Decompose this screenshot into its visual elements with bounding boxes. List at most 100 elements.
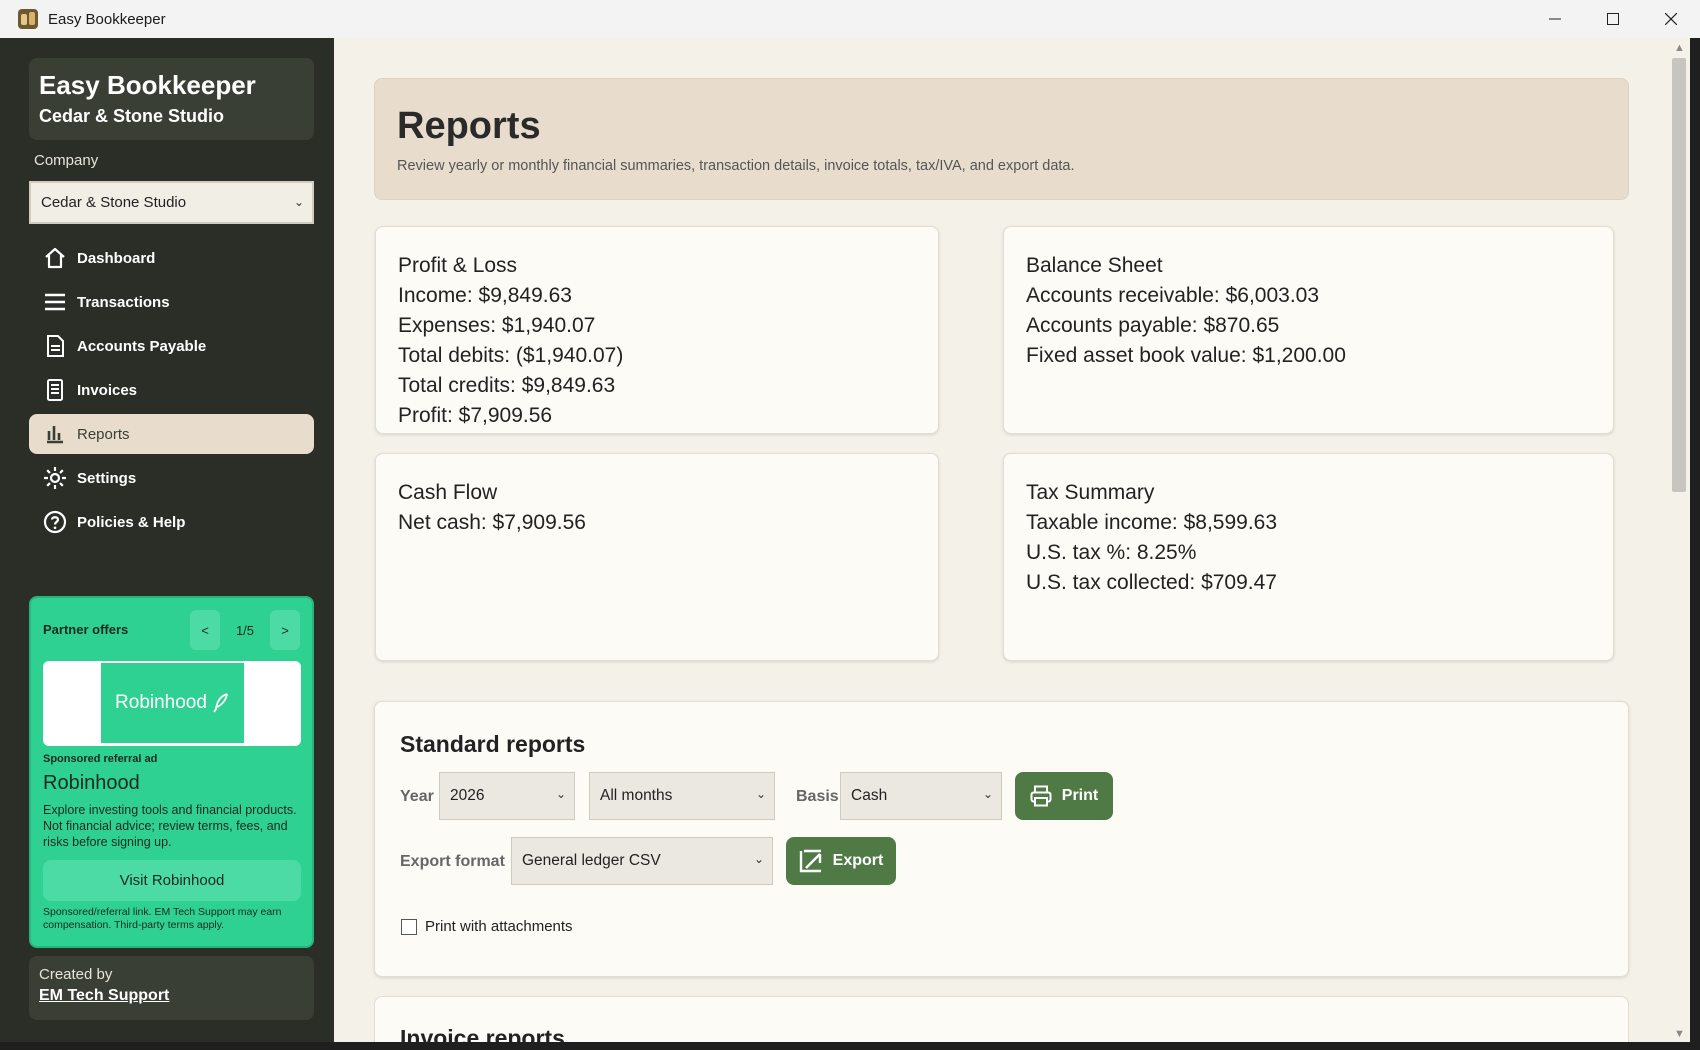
print-attachments-option[interactable]: Print with attachments	[401, 918, 573, 935]
year-label: Year	[400, 788, 434, 805]
export-format-value: General ledger CSV	[522, 852, 661, 869]
visit-robinhood-button[interactable]: Visit Robinhood	[43, 860, 301, 901]
chevron-down-icon: ⌄	[293, 195, 304, 209]
ad-description: Explore investing tools and financial pr…	[43, 803, 297, 849]
taxable-income-value: Taxable income: $8,599.63	[1026, 511, 1278, 534]
window-bottom-edge	[0, 1042, 1700, 1050]
em-tech-support-link[interactable]: EM Tech Support	[39, 987, 304, 1005]
company-select-value: Cedar & Stone Studio	[41, 194, 187, 211]
app-icon	[18, 9, 38, 29]
minimize-button[interactable]	[1526, 0, 1584, 38]
maximize-button[interactable]	[1584, 0, 1642, 38]
sidebar-item-invoices[interactable]: Invoices	[29, 370, 314, 410]
basis-select-value: Cash	[851, 787, 888, 804]
feather-icon	[213, 693, 228, 713]
print-attachments-checkbox[interactable]	[401, 918, 417, 935]
expenses-value: Expenses: $1,940.07	[398, 314, 596, 337]
export-format-select[interactable]: General ledger CSV ⌄	[511, 837, 773, 885]
document-icon	[43, 334, 67, 358]
chevron-down-icon: ⌄	[753, 852, 764, 866]
net-cash-value: Net cash: $7,909.56	[398, 511, 586, 534]
card-title: Profit & Loss	[398, 254, 518, 277]
gear-icon	[43, 466, 67, 490]
export-format-label: Export format	[400, 853, 505, 870]
partner-offers-heading: Partner offers	[43, 622, 129, 637]
basis-select[interactable]: Cash ⌄	[840, 772, 1002, 820]
close-button[interactable]	[1642, 0, 1700, 38]
brand-title: Easy Bookkeeper	[39, 70, 256, 100]
ad-image-frame[interactable]: Robinhood	[43, 661, 301, 746]
previous-offer-button[interactable]: <	[190, 610, 220, 650]
card-title: Cash Flow	[398, 481, 498, 504]
standard-reports-title: Standard reports	[400, 731, 586, 757]
next-offer-button[interactable]: >	[270, 610, 300, 650]
sidebar-item-label: Accounts Payable	[77, 337, 207, 355]
window-controls	[1526, 0, 1700, 38]
sidebar-item-label: Invoices	[77, 381, 138, 399]
sidebar-item-dashboard[interactable]: Dashboard	[29, 238, 314, 278]
sidebar-nav: Dashboard Transactions Accounts Payable …	[29, 238, 314, 546]
page-description: Review yearly or monthly financial summa…	[397, 158, 1075, 174]
tax-rate-value: U.S. tax %: 8.25%	[1026, 541, 1197, 564]
vertical-scrollbar[interactable]: ▲ ▼	[1668, 38, 1690, 1042]
standard-reports-panel: Standard reports Year 2026 ⌄ All months …	[374, 701, 1629, 977]
scrollbar-thumb[interactable]	[1672, 58, 1686, 492]
total-credits-value: Total credits: $9,849.63	[398, 374, 616, 397]
tax-summary-card: Tax Summary Taxable income: $8,599.63 U.…	[1003, 453, 1614, 661]
sidebar-item-label: Reports	[77, 425, 130, 443]
brand-panel: Easy Bookkeeper Cedar & Stone Studio	[29, 58, 314, 140]
print-button-label: Print	[1061, 787, 1099, 804]
sidebar-item-label: Settings	[77, 469, 137, 487]
partner-offers-panel: Partner offers < 1/5 > Robinhood Sponsor…	[29, 596, 314, 948]
year-select-value: 2026	[450, 787, 485, 804]
print-attachments-label: Print with attachments	[425, 918, 573, 935]
sidebar-item-reports[interactable]: Reports	[29, 414, 314, 454]
page-title: Reports	[397, 105, 541, 147]
company-select[interactable]: Cedar & Stone Studio ⌄	[29, 181, 314, 224]
print-button[interactable]: Print	[1015, 772, 1113, 820]
scroll-up-icon[interactable]: ▲	[1674, 42, 1685, 54]
chevron-down-icon: ⌄	[982, 787, 993, 801]
brand-subtitle: Cedar & Stone Studio	[39, 106, 225, 126]
income-value: Income: $9,849.63	[398, 284, 572, 307]
month-select-value: All months	[600, 787, 673, 804]
scroll-down-icon[interactable]: ▼	[1674, 1028, 1685, 1040]
export-icon	[799, 849, 823, 873]
card-title: Balance Sheet	[1026, 254, 1163, 277]
robinhood-logo: Robinhood	[101, 663, 244, 743]
sidebar-item-label: Dashboard	[77, 249, 156, 267]
bar-chart-icon	[43, 422, 67, 446]
cash-flow-card: Cash Flow Net cash: $7,909.56	[375, 453, 939, 661]
sidebar-item-accounts-payable[interactable]: Accounts Payable	[29, 326, 314, 366]
sidebar-item-settings[interactable]: Settings	[29, 458, 314, 498]
profit-value: Profit: $7,909.56	[398, 404, 553, 427]
ad-name: Robinhood	[43, 772, 140, 794]
invoice-reports-title: Invoice reports	[400, 1025, 565, 1042]
credit-label: Created by	[39, 966, 113, 983]
basis-label: Basis	[796, 788, 839, 805]
credit-panel: Created by EM Tech Support	[29, 956, 314, 1020]
year-select[interactable]: 2026 ⌄	[439, 772, 575, 820]
tax-collected-value: U.S. tax collected: $709.47	[1026, 571, 1277, 594]
export-button[interactable]: Export	[786, 837, 896, 885]
sidebar: Easy Bookkeeper Cedar & Stone Studio Com…	[0, 38, 334, 1050]
main-content: Reports Review yearly or monthly financi…	[334, 38, 1668, 1042]
fixed-asset-value: Fixed asset book value: $1,200.00	[1026, 344, 1346, 367]
sidebar-item-label: Policies & Help	[77, 513, 186, 531]
export-button-label: Export	[832, 852, 884, 869]
ad-tag: Sponsored referral ad	[43, 753, 158, 765]
list-icon	[43, 290, 67, 314]
company-label: Company	[34, 152, 99, 169]
ad-fine-print: Sponsored/referral link. EM Tech Support…	[43, 906, 282, 931]
sidebar-item-transactions[interactable]: Transactions	[29, 282, 314, 322]
offer-counter: 1/5	[235, 622, 255, 638]
total-debits-value: Total debits: ($1,940.07)	[398, 344, 624, 367]
reports-header: Reports Review yearly or monthly financi…	[374, 78, 1629, 200]
chevron-down-icon: ⌄	[755, 787, 766, 801]
receipt-icon	[43, 378, 67, 402]
robinhood-logo-text: Robinhood	[115, 692, 207, 713]
sidebar-item-policies-help[interactable]: Policies & Help	[29, 502, 314, 542]
card-title: Tax Summary	[1026, 481, 1155, 504]
month-select[interactable]: All months ⌄	[589, 772, 775, 820]
accounts-receivable-value: Accounts receivable: $6,003.03	[1026, 284, 1320, 307]
